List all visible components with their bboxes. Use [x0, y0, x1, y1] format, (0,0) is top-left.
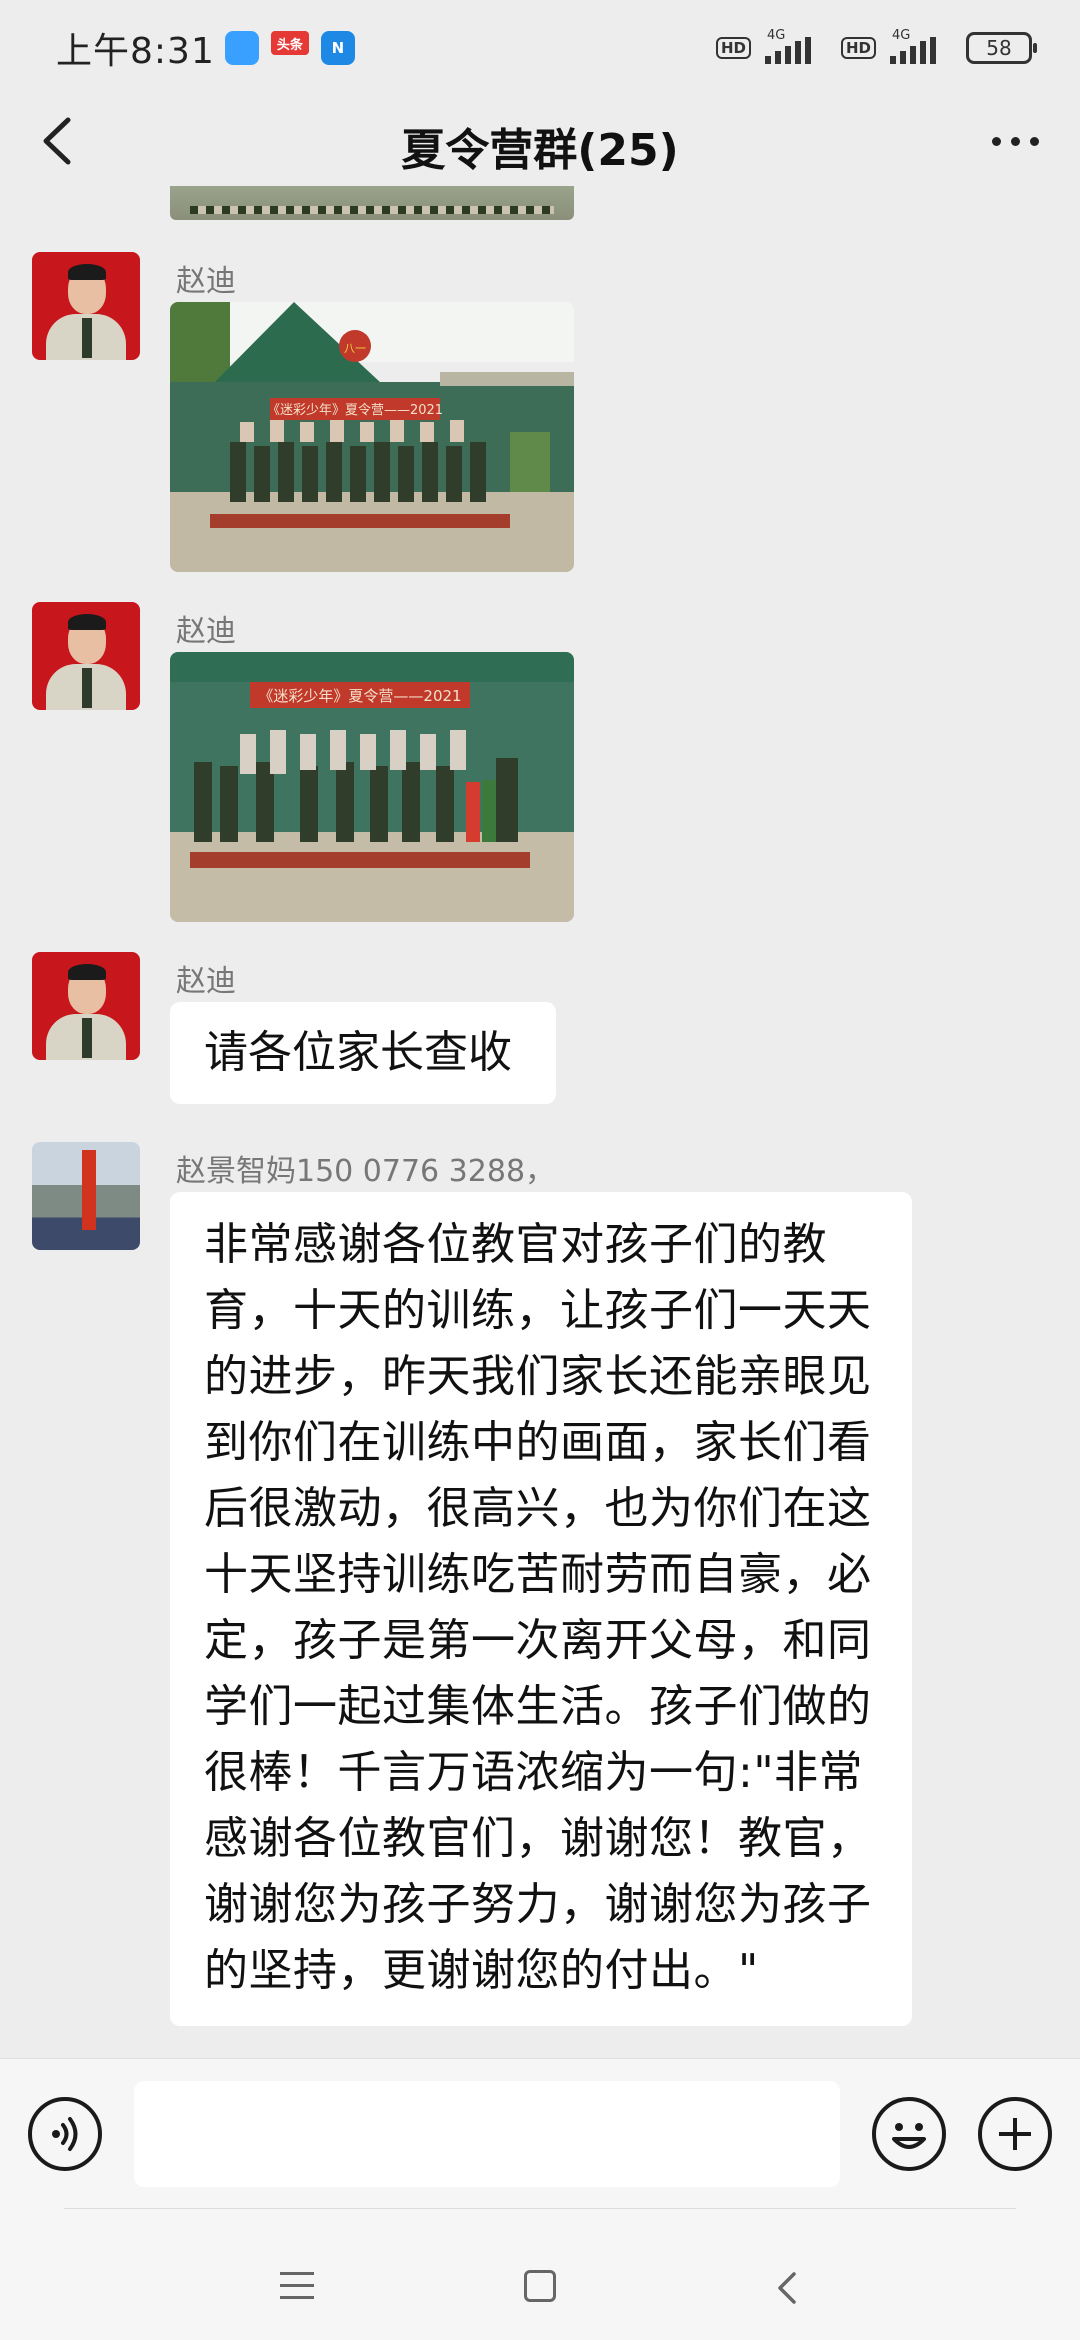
image-message-partial[interactable] [170, 186, 574, 220]
badge-text: 八一 [344, 342, 366, 355]
message-line: 的坚持，更谢谢您的付出。" [204, 1945, 759, 1996]
message-input[interactable] [134, 2081, 840, 2187]
banner-text: 《迷彩少年》夏令营——2021 [267, 403, 443, 418]
status-indicators: HD 4G HD 4G 58 [715, 28, 1037, 66]
n-app-icon: N [320, 31, 355, 65]
image-message[interactable]: 《迷彩少年》夏令营——2021 八一 [170, 302, 574, 572]
message-line: 育，十天的训练，让孩子们一天天 [204, 1285, 872, 1336]
hd-icon: HD [715, 37, 751, 59]
message-line: 感谢各位教官们，谢谢您！教官， [204, 1813, 872, 1864]
text-message-bubble[interactable]: 请各位家长查收 [170, 1002, 556, 1104]
message-line: 后很激动，很高兴，也为你们在这 [204, 1483, 872, 1534]
chat-header: 夏令营群(25) [0, 96, 1080, 186]
sender-name: 赵迪 [176, 614, 236, 649]
sender-name: 赵景智妈150 0776 3288， [176, 1154, 556, 1189]
avatar[interactable] [32, 252, 140, 360]
avatar[interactable] [32, 602, 140, 710]
status-app-icons: 头条 N [224, 31, 355, 65]
nav-divider [64, 2208, 1016, 2209]
message-line: 学们一起过集体生活。孩子们做的 [204, 1681, 872, 1732]
chat-message: 赵迪 《迷彩少年》夏令营——2021 八一 [0, 252, 1080, 582]
menu-icon[interactable] [280, 2272, 314, 2300]
app-notification-icon [224, 31, 259, 65]
signal-icon-2: 4G [886, 28, 956, 66]
avatar[interactable] [32, 952, 140, 1060]
hd-icon-2: HD [840, 37, 876, 59]
message-line: 的进步，昨天我们家长还能亲眼见 [204, 1351, 872, 1402]
chat-message: 赵景智妈150 0776 3288， 非常感谢各位教官对孩子们的教 育，十天的训… [0, 1142, 1080, 2042]
text-message-bubble[interactable]: 非常感谢各位教官对孩子们的教 育，十天的训练，让孩子们一天天 的进步，昨天我们家… [170, 1192, 912, 2026]
more-dots-icon[interactable] [980, 118, 1050, 164]
message-line: 谢谢您为孩子努力，谢谢您为孩子 [204, 1879, 872, 1930]
chat-message: 赵迪 《迷彩少年》夏令营——2021 [0, 602, 1080, 932]
banner-text: 《迷彩少年》夏令营——2021 [258, 687, 461, 705]
message-line: 到你们在训练中的画面，家长们看 [204, 1417, 872, 1468]
chat-message: 赵迪 请各位家长查收 [0, 952, 1080, 1132]
sender-name: 赵迪 [176, 964, 236, 999]
nav-back-icon[interactable] [772, 2268, 802, 2308]
sender-name: 赵迪 [176, 264, 236, 299]
signal-icon: 4G [761, 28, 831, 66]
message-line: 定，孩子是第一次离开父母，和同 [204, 1615, 872, 1666]
image-message[interactable]: 《迷彩少年》夏令营——2021 [170, 652, 574, 922]
status-time: 上午8:31 [56, 31, 215, 72]
toutiao-icon: 头条 [270, 31, 309, 55]
chat-message-list[interactable]: 赵迪 《迷彩少年》夏令营——2021 八一 赵迪 《迷彩少年》夏令营——2021… [0, 186, 1080, 2058]
system-nav-bar [0, 2208, 1080, 2340]
voice-icon[interactable] [28, 2097, 102, 2171]
message-line: 非常感谢各位教官对孩子们的教 [204, 1219, 827, 1270]
status-bar: 上午8:31 头条 N HD 4G HD 4G 58 [0, 0, 1080, 96]
avatar[interactable] [32, 1142, 140, 1250]
emoji-icon[interactable] [872, 2097, 946, 2171]
plus-icon[interactable] [978, 2097, 1052, 2171]
battery-icon: 58 [966, 32, 1037, 64]
message-line: 很棒！千言万语浓缩为一句:"非常 [204, 1747, 864, 1798]
message-input-bar [0, 2058, 1080, 2208]
page-title: 夏令营群(25) [401, 125, 679, 176]
message-line: 十天坚持训练吃苦耐劳而自豪，必 [204, 1549, 872, 1600]
home-icon[interactable] [524, 2270, 556, 2302]
